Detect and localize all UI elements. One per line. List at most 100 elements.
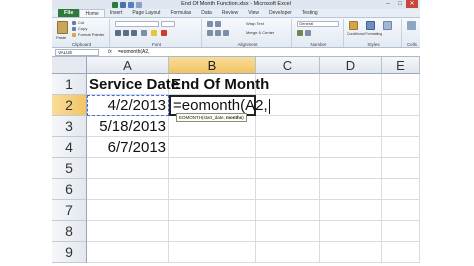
paste-button[interactable]: Paste — [56, 35, 66, 40]
formula-input[interactable]: =eomonth(A2, — [118, 48, 150, 57]
cell-c5[interactable] — [256, 158, 320, 179]
cell-e6[interactable] — [382, 179, 420, 200]
align-right-icon[interactable] — [223, 30, 229, 36]
cell-a1[interactable]: Service Date — [87, 74, 179, 95]
cell-b7[interactable] — [169, 200, 256, 221]
tab-insert[interactable]: Insert — [105, 9, 128, 17]
font-size-select[interactable] — [161, 21, 175, 27]
cell-e7[interactable] — [382, 200, 420, 221]
row-header-8[interactable]: 8 — [52, 221, 87, 242]
cell-styles-icon[interactable] — [383, 21, 392, 30]
conditional-formatting-button[interactable]: Conditional Formatting — [347, 32, 382, 36]
cell-d5[interactable] — [320, 158, 382, 179]
cell-d6[interactable] — [320, 179, 382, 200]
fill-color-icon[interactable] — [151, 30, 157, 36]
row-header-4[interactable]: 4 — [52, 137, 87, 158]
cell-e1[interactable] — [382, 74, 420, 95]
format-painter-button[interactable]: Format Painter — [78, 32, 104, 37]
tab-testing[interactable]: Testing — [297, 9, 323, 17]
cell-c4[interactable] — [256, 137, 320, 158]
insert-cells-icon[interactable] — [407, 21, 416, 30]
bold-icon[interactable] — [115, 30, 121, 36]
cell-e3[interactable] — [382, 116, 420, 137]
tab-data[interactable]: Data — [196, 9, 217, 17]
tab-page-layout[interactable]: Page Layout — [127, 9, 165, 17]
cell-c1[interactable] — [256, 74, 320, 95]
cell-b4[interactable] — [169, 137, 256, 158]
copy-button[interactable]: Copy — [78, 26, 87, 31]
cell-c9[interactable] — [256, 242, 320, 263]
wrap-text-button[interactable]: Wrap Text — [246, 21, 264, 26]
cell-b8[interactable] — [169, 221, 256, 242]
cut-icon[interactable] — [72, 21, 76, 25]
percent-icon[interactable] — [305, 30, 311, 36]
cell-e2[interactable] — [382, 95, 420, 116]
cell-e4[interactable] — [382, 137, 420, 158]
cell-b6[interactable] — [169, 179, 256, 200]
close-button[interactable]: ✕ — [406, 0, 418, 8]
row-header-5[interactable]: 5 — [52, 158, 87, 179]
tab-review[interactable]: Review — [217, 9, 243, 17]
format-as-table-icon[interactable] — [366, 21, 375, 30]
cell-e8[interactable] — [382, 221, 420, 242]
cell-d7[interactable] — [320, 200, 382, 221]
tab-formulas[interactable]: Formulas — [165, 9, 196, 17]
font-color-icon[interactable] — [161, 30, 167, 36]
merge-center-button[interactable]: Merge & Center — [246, 30, 274, 35]
minimize-button[interactable]: – — [382, 0, 394, 8]
format-painter-icon[interactable] — [72, 33, 76, 37]
cell-c8[interactable] — [256, 221, 320, 242]
cell-d4[interactable] — [320, 137, 382, 158]
cell-b1[interactable]: End Of Month — [169, 74, 269, 95]
cut-button[interactable]: Cut — [78, 20, 84, 25]
column-header-a[interactable]: A — [87, 57, 169, 74]
maximize-button[interactable]: □ — [394, 0, 406, 8]
cell-a4[interactable]: 6/7/2013 — [87, 137, 169, 158]
row-header-9[interactable]: 9 — [52, 242, 87, 263]
row-header-3[interactable]: 3 — [52, 116, 87, 137]
align-center-icon[interactable] — [215, 30, 221, 36]
column-header-b[interactable]: B — [169, 57, 256, 74]
cell-c7[interactable] — [256, 200, 320, 221]
cell-a6[interactable] — [87, 179, 169, 200]
align-left-icon[interactable] — [207, 30, 213, 36]
copy-icon[interactable] — [72, 27, 76, 31]
cell-d1[interactable] — [320, 74, 382, 95]
italic-icon[interactable] — [123, 30, 129, 36]
cell-b9[interactable] — [169, 242, 256, 263]
cell-e9[interactable] — [382, 242, 420, 263]
cell-a7[interactable] — [87, 200, 169, 221]
paste-icon[interactable] — [57, 21, 68, 34]
column-header-e[interactable]: E — [382, 57, 420, 74]
tab-home[interactable]: Home — [79, 9, 105, 17]
column-header-c[interactable]: C — [256, 57, 320, 74]
row-header-7[interactable]: 7 — [52, 200, 87, 221]
cell-d8[interactable] — [320, 221, 382, 242]
font-name-select[interactable] — [115, 21, 159, 27]
row-header-1[interactable]: 1 — [52, 74, 87, 95]
column-header-d[interactable]: D — [320, 57, 382, 74]
tab-view[interactable]: View — [243, 9, 264, 17]
cell-a8[interactable] — [87, 221, 169, 242]
cell-a5[interactable] — [87, 158, 169, 179]
cell-a9[interactable] — [87, 242, 169, 263]
cell-d9[interactable] — [320, 242, 382, 263]
row-header-2[interactable]: 2 — [52, 95, 87, 116]
cell-d2[interactable] — [320, 95, 382, 116]
border-icon[interactable] — [141, 30, 147, 36]
conditional-formatting-icon[interactable] — [349, 21, 358, 30]
align-top-icon[interactable] — [207, 21, 213, 27]
cell-a3[interactable]: 5/18/2013 — [87, 116, 169, 137]
currency-icon[interactable] — [297, 30, 303, 36]
underline-icon[interactable] — [131, 30, 137, 36]
name-box[interactable]: VALUE — [55, 49, 99, 56]
tab-developer[interactable]: Developer — [264, 9, 297, 17]
row-header-6[interactable]: 6 — [52, 179, 87, 200]
cell-d3[interactable] — [320, 116, 382, 137]
cell-b5[interactable] — [169, 158, 256, 179]
cell-c6[interactable] — [256, 179, 320, 200]
file-tab[interactable]: File — [58, 9, 80, 17]
select-all-corner[interactable] — [52, 57, 87, 74]
fx-icon[interactable]: fx — [108, 48, 112, 57]
cell-c3[interactable] — [256, 116, 320, 137]
